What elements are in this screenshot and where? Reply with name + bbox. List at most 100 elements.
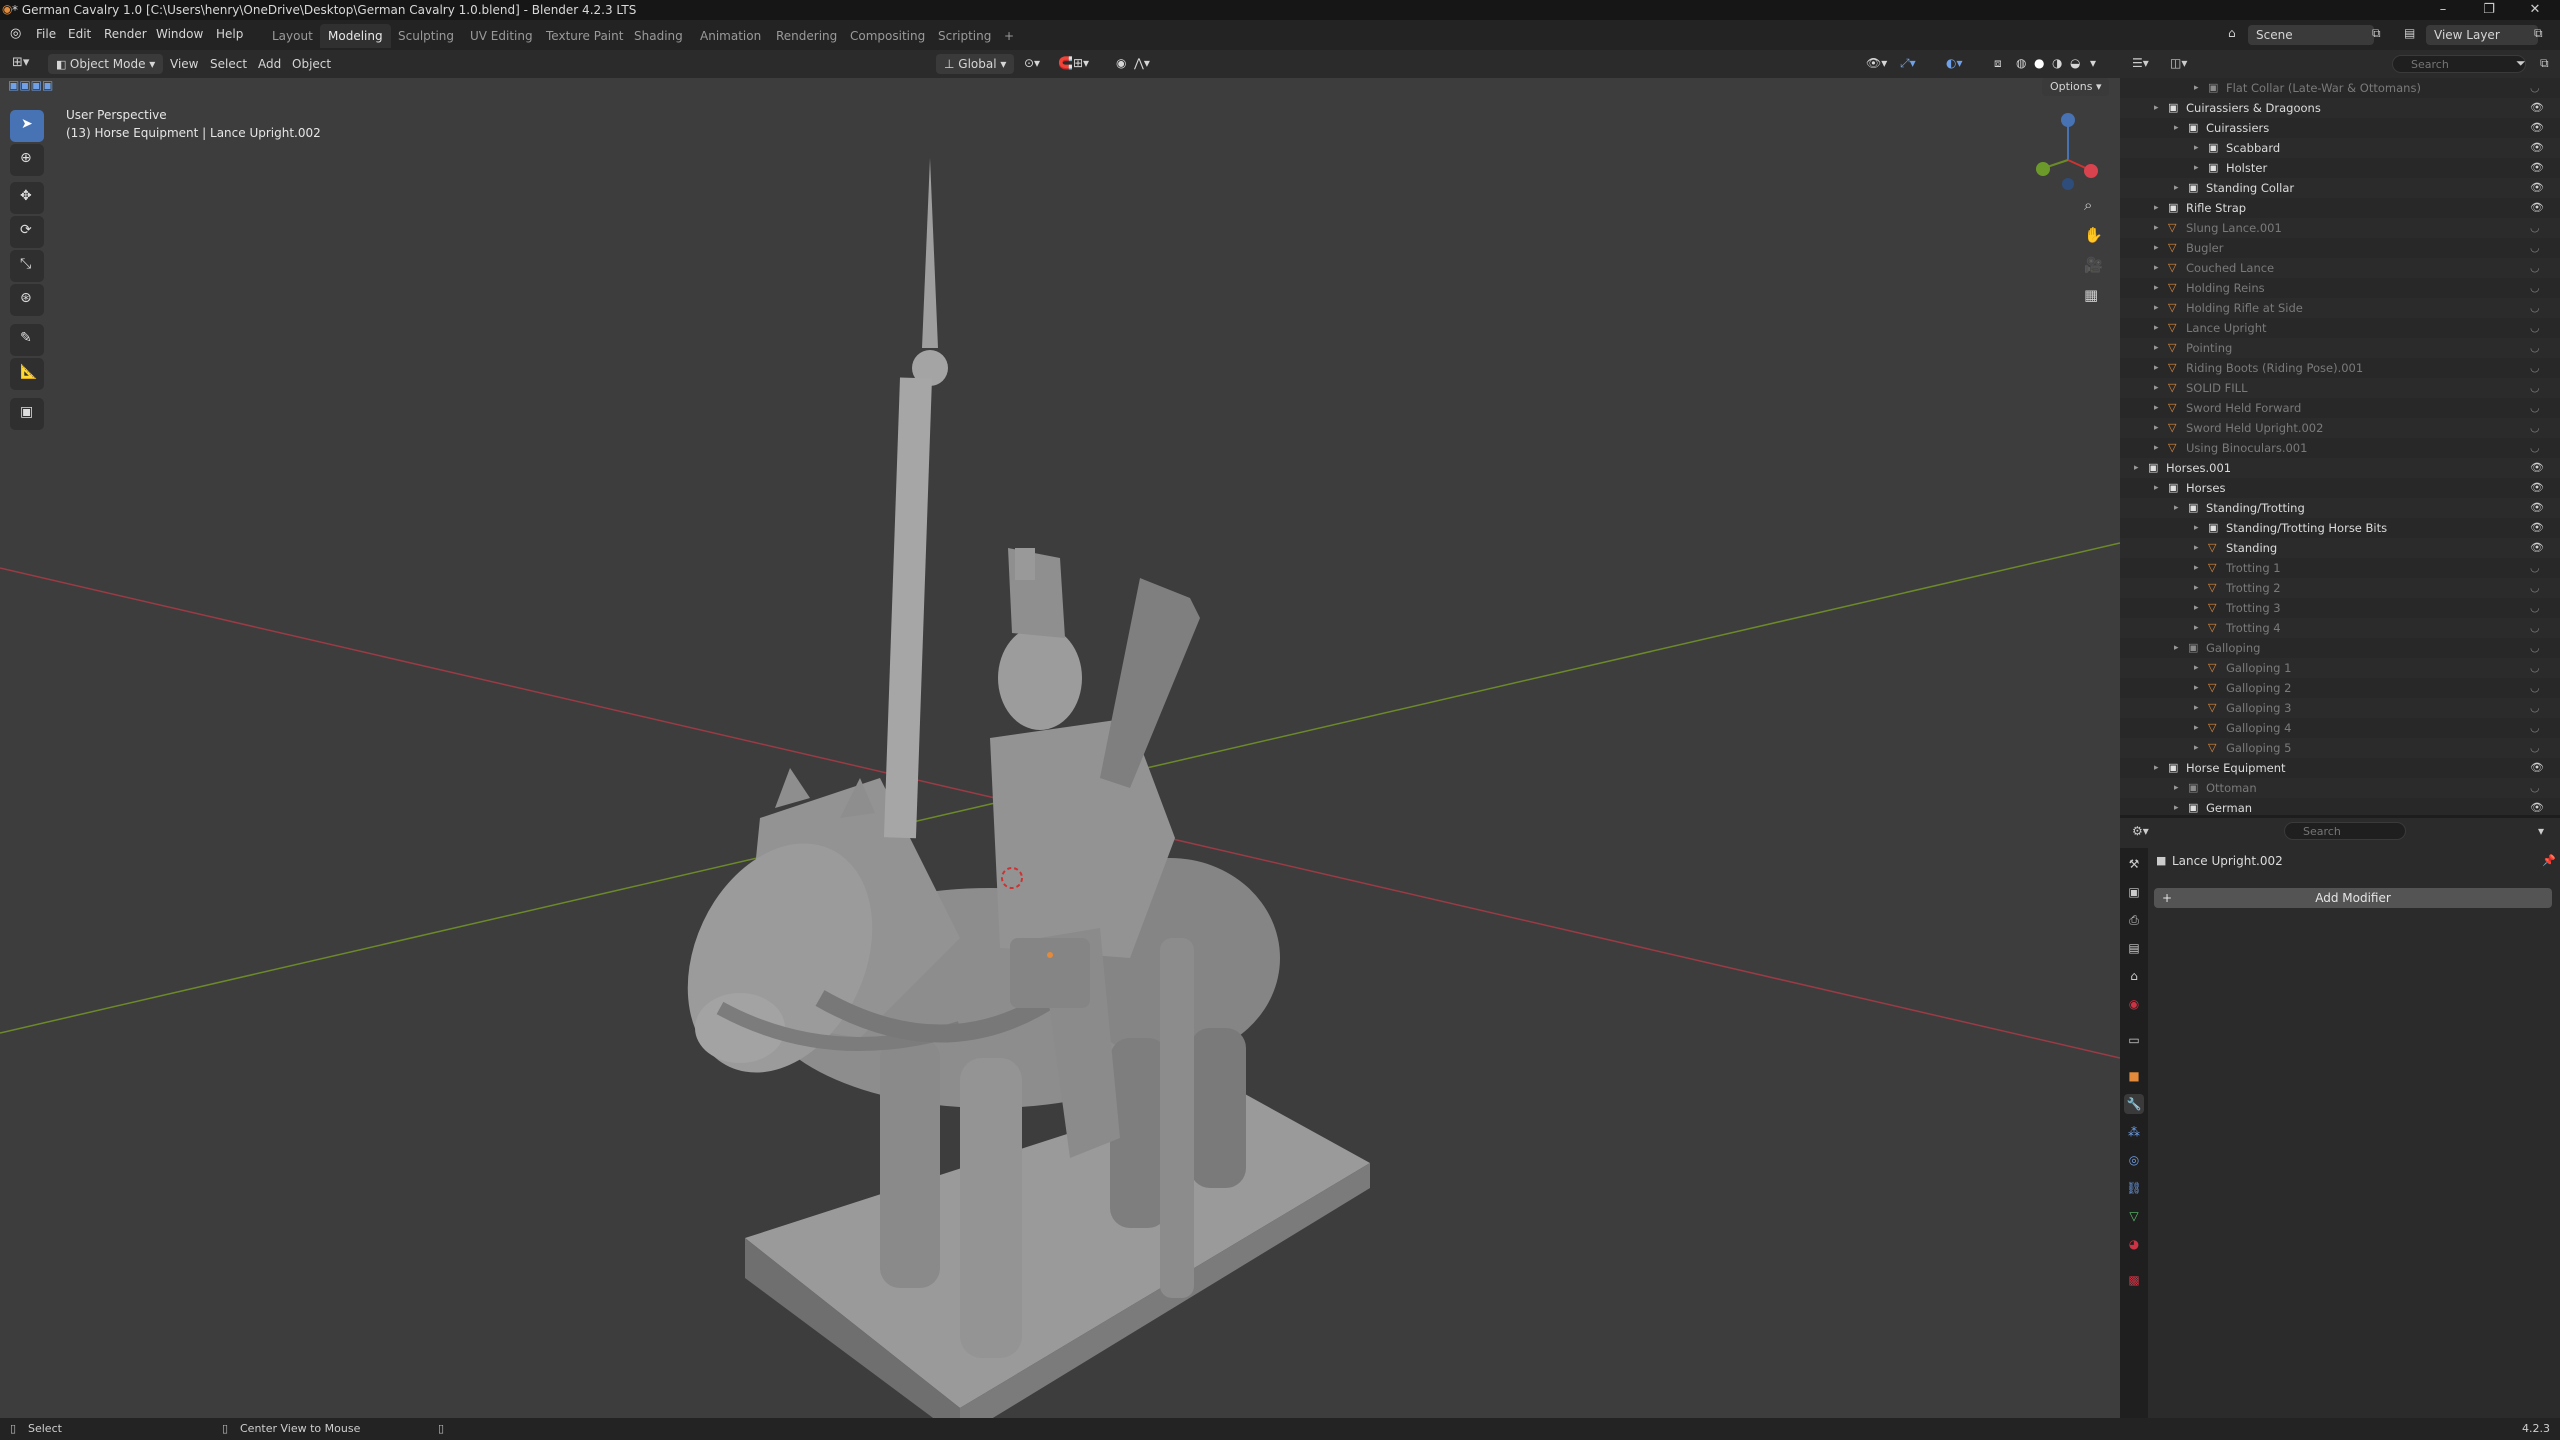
chevron-down-icon[interactable]: ▾: [2538, 824, 2544, 838]
outliner-row[interactable]: ▸ ▣ Standing Collar 👁: [2120, 178, 2560, 198]
shading-options-icon[interactable]: ▾: [2090, 56, 2096, 70]
expand-arrow-icon[interactable]: ▸: [2194, 718, 2199, 738]
expand-arrow-icon[interactable]: ▸: [2194, 678, 2199, 698]
outliner-row[interactable]: ▸ ▣ Holster 👁: [2120, 158, 2560, 178]
outliner-row[interactable]: ▸ ▽ Standing 👁: [2120, 538, 2560, 558]
expand-arrow-icon[interactable]: ▸: [2174, 118, 2179, 138]
menu-object[interactable]: Object: [292, 57, 331, 71]
outliner-row[interactable]: ▸ ▽ Holding Reins ◡: [2120, 278, 2560, 298]
tool-tab-icon[interactable]: ⚒: [2124, 854, 2144, 874]
transform-tool-button[interactable]: ⊛: [10, 284, 44, 316]
hidden-eye-icon[interactable]: ◡: [2530, 778, 2540, 798]
output-tab-icon[interactable]: ⎙: [2124, 910, 2144, 930]
texture-tab-icon[interactable]: ▩: [2124, 1270, 2144, 1290]
minimize-icon[interactable]: –: [2420, 0, 2466, 20]
wireframe-shading-icon[interactable]: ◍: [2016, 56, 2026, 70]
hidden-eye-icon[interactable]: ◡: [2530, 298, 2540, 318]
expand-arrow-icon[interactable]: ▸: [2154, 398, 2159, 418]
move-tool-button[interactable]: ✥: [10, 182, 44, 214]
expand-arrow-icon[interactable]: ▸: [2194, 78, 2199, 98]
add-cube-tool-button[interactable]: ▣: [10, 398, 44, 430]
hidden-eye-icon[interactable]: ◡: [2530, 618, 2540, 638]
expand-arrow-icon[interactable]: ▸: [2154, 318, 2159, 338]
hidden-eye-icon[interactable]: ◡: [2530, 658, 2540, 678]
hidden-eye-icon[interactable]: ◡: [2530, 698, 2540, 718]
hidden-eye-icon[interactable]: ◡: [2530, 78, 2540, 98]
visibility-icon[interactable]: 👁▾: [1866, 56, 1887, 70]
pan-hand-icon[interactable]: ✋: [2084, 226, 2103, 244]
outliner-search-input[interactable]: [2392, 55, 2526, 73]
solid-shading-icon[interactable]: ●: [2034, 56, 2044, 70]
menu-view[interactable]: View: [170, 57, 198, 71]
expand-arrow-icon[interactable]: ▸: [2154, 258, 2159, 278]
filter-icon[interactable]: ⏷: [2516, 56, 2526, 71]
expand-arrow-icon[interactable]: ▸: [2194, 598, 2199, 618]
properties-search-input[interactable]: [2284, 822, 2406, 840]
view-layer-tab-icon[interactable]: ▤: [2124, 938, 2144, 958]
render-tab-icon[interactable]: ▣: [2124, 882, 2144, 902]
expand-arrow-icon[interactable]: ▸: [2174, 638, 2179, 658]
visible-eye-icon[interactable]: 👁: [2530, 758, 2544, 778]
data-tab-icon[interactable]: ▽: [2124, 1206, 2144, 1226]
menu-select[interactable]: Select: [210, 57, 247, 71]
hidden-eye-icon[interactable]: ◡: [2530, 258, 2540, 278]
expand-arrow-icon[interactable]: ▸: [2154, 238, 2159, 258]
physics-tab-icon[interactable]: ◎: [2124, 1150, 2144, 1170]
measure-tool-button[interactable]: 📐: [10, 358, 44, 390]
select-tool-button[interactable]: ➤: [10, 110, 44, 142]
scene-icon[interactable]: ⌂: [2228, 26, 2236, 40]
object-tab-icon[interactable]: ■: [2124, 1066, 2144, 1086]
close-icon[interactable]: ✕: [2512, 0, 2558, 20]
mode-selector[interactable]: ◧ Object Mode ▾: [48, 54, 164, 74]
rotate-tool-button[interactable]: ⟳: [10, 216, 44, 248]
outliner-row[interactable]: ▸ ▣ Rifle Strap 👁: [2120, 198, 2560, 218]
outliner-row[interactable]: ▸ ▽ Sword Held Upright.002 ◡: [2120, 418, 2560, 438]
tab-texture-paint[interactable]: Texture Paint: [538, 24, 631, 48]
menu-help[interactable]: Help: [216, 27, 243, 41]
expand-arrow-icon[interactable]: ▸: [2194, 558, 2199, 578]
hidden-eye-icon[interactable]: ◡: [2530, 338, 2540, 358]
material-shading-icon[interactable]: ◑: [2052, 56, 2062, 70]
outliner-row[interactable]: ▸ ▣ Scabbard 👁: [2120, 138, 2560, 158]
expand-arrow-icon[interactable]: ▸: [2174, 178, 2179, 198]
outliner-row[interactable]: ▸ ▽ Slung Lance.001 ◡: [2120, 218, 2560, 238]
outliner-row[interactable]: ▸ ▽ SOLID FILL ◡: [2120, 378, 2560, 398]
hidden-eye-icon[interactable]: ◡: [2530, 238, 2540, 258]
blender-menu-icon[interactable]: ◎: [10, 26, 21, 41]
tab-layout[interactable]: Layout: [264, 24, 321, 48]
hidden-eye-icon[interactable]: ◡: [2530, 218, 2540, 238]
expand-arrow-icon[interactable]: ▸: [2194, 518, 2199, 538]
hidden-eye-icon[interactable]: ◡: [2530, 738, 2540, 758]
tab-animation[interactable]: Animation: [692, 24, 769, 48]
outliner-row[interactable]: ▸ ▽ Sword Held Forward ◡: [2120, 398, 2560, 418]
outliner-row[interactable]: ▸ ▽ Trotting 3 ◡: [2120, 598, 2560, 618]
outliner-row[interactable]: ▸ ▽ Trotting 1 ◡: [2120, 558, 2560, 578]
visible-eye-icon[interactable]: 👁: [2530, 478, 2544, 498]
expand-arrow-icon[interactable]: ▸: [2194, 538, 2199, 558]
hidden-eye-icon[interactable]: ◡: [2530, 398, 2540, 418]
outliner-row[interactable]: ▸ ▣ Horse Equipment 👁: [2120, 758, 2560, 778]
world-tab-icon[interactable]: ◉: [2124, 994, 2144, 1014]
visible-eye-icon[interactable]: 👁: [2530, 118, 2544, 138]
view-layer-icon[interactable]: ▤: [2404, 26, 2415, 40]
add-modifier-button[interactable]: + Add Modifier: [2154, 888, 2552, 908]
visible-eye-icon[interactable]: 👁: [2530, 198, 2544, 218]
proportional-editing-icon[interactable]: ◉: [1116, 56, 1126, 70]
visible-eye-icon[interactable]: 👁: [2530, 538, 2544, 558]
new-collection-icon[interactable]: ⧉: [2540, 56, 2549, 71]
material-tab-icon[interactable]: ◕: [2124, 1234, 2144, 1254]
expand-arrow-icon[interactable]: ▸: [2174, 778, 2179, 798]
hidden-eye-icon[interactable]: ◡: [2530, 718, 2540, 738]
visible-eye-icon[interactable]: 👁: [2530, 798, 2544, 815]
expand-arrow-icon[interactable]: ▸: [2154, 198, 2159, 218]
tab-uv-editing[interactable]: UV Editing: [462, 24, 541, 48]
new-scene-icon[interactable]: ⧉: [2372, 26, 2381, 41]
outliner-row[interactable]: ▸ ▣ Cuirassiers & Dragoons 👁: [2120, 98, 2560, 118]
outliner-row[interactable]: ▸ ▽ Galloping 2 ◡: [2120, 678, 2560, 698]
outliner-row[interactable]: ▸ ▣ Horses.001 👁: [2120, 458, 2560, 478]
modifier-tab-icon[interactable]: 🔧: [2124, 1094, 2144, 1114]
menu-window[interactable]: Window: [156, 27, 203, 41]
tab-sculpting[interactable]: Sculpting: [390, 24, 462, 48]
outliner-editor-icon[interactable]: ☰▾: [2132, 56, 2149, 70]
expand-arrow-icon[interactable]: ▸: [2154, 758, 2159, 778]
